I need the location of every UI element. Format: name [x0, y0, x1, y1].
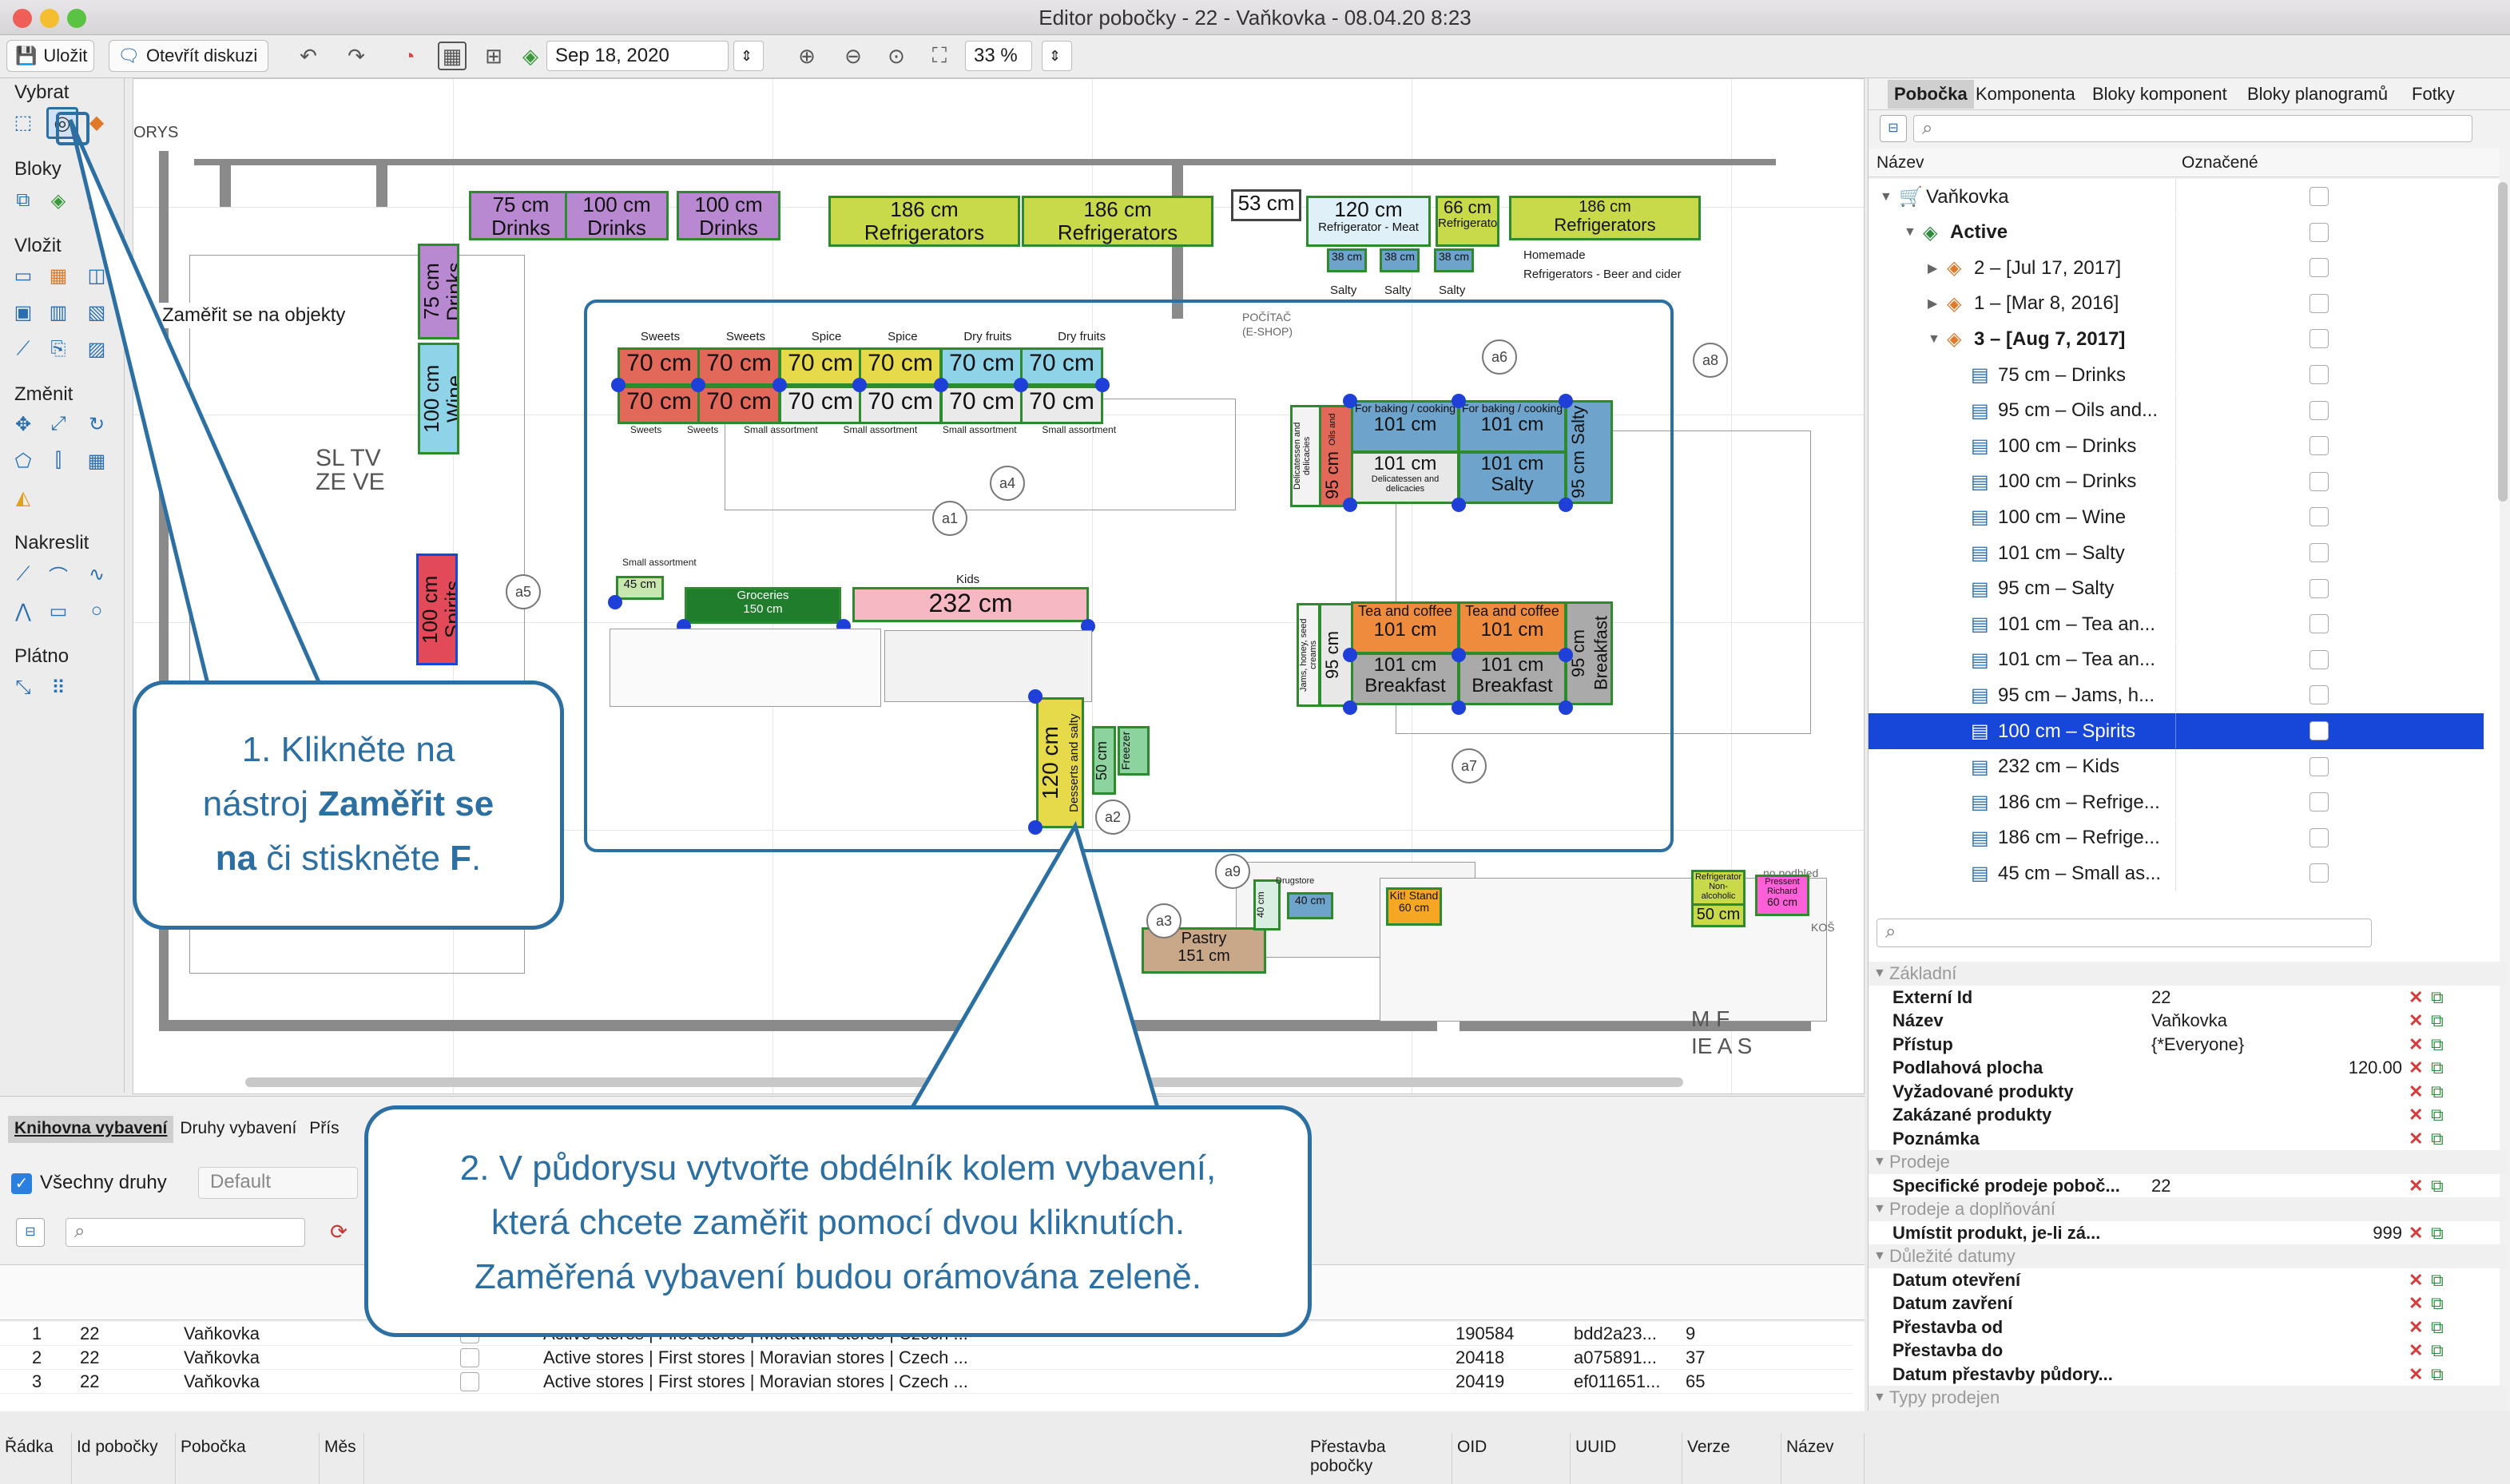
callout-step-1: 1. Klikněte na nástroj Zaměřit se na či …	[133, 680, 564, 930]
focus-tool-highlight	[56, 112, 89, 145]
callout-step-2: 2. V půdorysu vytvořte obdélník kolem vy…	[364, 1105, 1312, 1337]
